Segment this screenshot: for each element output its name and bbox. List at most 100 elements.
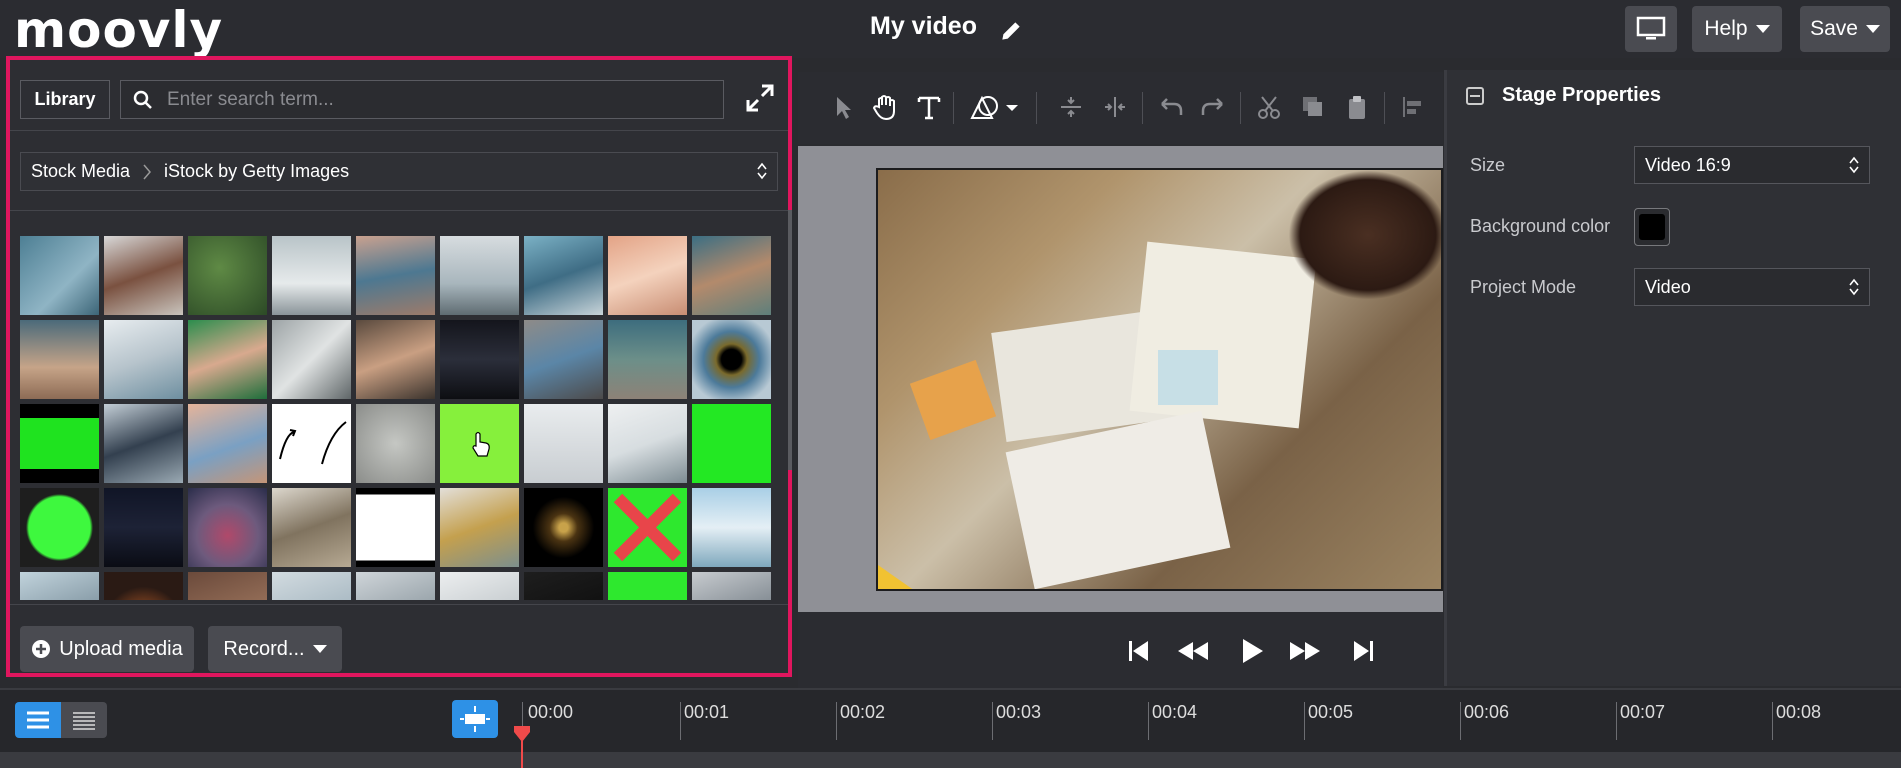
fit-timeline-button[interactable]	[452, 700, 498, 738]
media-thumbnail[interactable]	[440, 488, 519, 567]
hand-icon[interactable]	[870, 92, 900, 122]
arrow-icon	[279, 421, 347, 465]
pointer-icon[interactable]	[828, 92, 858, 122]
video-title[interactable]: My video	[870, 12, 977, 41]
expanded-view-toggle[interactable]	[15, 702, 61, 738]
background-color-swatch[interactable]	[1634, 208, 1670, 246]
upload-media-button[interactable]: Upload media	[20, 626, 194, 672]
expand-icon[interactable]	[744, 82, 776, 114]
media-thumbnail[interactable]	[692, 236, 771, 315]
paste-icon[interactable]	[1342, 92, 1372, 122]
search-box[interactable]	[120, 80, 724, 119]
media-thumbnail[interactable]	[104, 320, 183, 399]
rewind-icon[interactable]	[1174, 636, 1212, 666]
media-thumbnail[interactable]	[20, 236, 99, 315]
media-thumbnail[interactable]	[356, 404, 435, 483]
media-thumbnail[interactable]	[440, 320, 519, 399]
undo-icon[interactable]	[1156, 92, 1186, 122]
media-thumbnail[interactable]	[440, 572, 519, 600]
align-objects-icon[interactable]	[1398, 92, 1428, 122]
record-label: Record...	[223, 637, 305, 660]
media-thumbnail[interactable]	[524, 572, 603, 600]
skip-end-icon[interactable]	[1344, 636, 1382, 666]
media-thumbnail[interactable]	[692, 488, 771, 567]
project-mode-select[interactable]: Video	[1634, 268, 1870, 306]
media-thumbnail[interactable]	[272, 404, 351, 483]
media-thumbnail[interactable]	[692, 404, 771, 483]
ruler-tick	[680, 702, 681, 740]
redo-icon[interactable]	[1198, 92, 1228, 122]
media-thumbnail[interactable]	[104, 404, 183, 483]
media-thumbnail[interactable]	[188, 236, 267, 315]
stage-canvas[interactable]	[876, 168, 1443, 591]
sort-arrows-icon	[1849, 156, 1859, 174]
media-thumbnail[interactable]	[608, 404, 687, 483]
media-thumbnail[interactable]	[692, 572, 771, 600]
ruler-tick	[992, 702, 993, 740]
media-thumbnail[interactable]	[524, 236, 603, 315]
help-button[interactable]: Help	[1692, 6, 1782, 52]
media-thumbnail[interactable]	[608, 236, 687, 315]
media-thumbnail[interactable]	[104, 572, 183, 600]
media-thumbnail[interactable]	[524, 404, 603, 483]
media-thumbnail[interactable]	[188, 488, 267, 567]
play-icon[interactable]	[1232, 636, 1270, 666]
ruler-tick	[836, 702, 837, 740]
properties-header[interactable]: Stage Properties	[1466, 84, 1661, 107]
media-thumbnail[interactable]	[356, 572, 435, 600]
media-thumbnail[interactable]	[188, 404, 267, 483]
align-vertical-icon[interactable]	[1056, 92, 1086, 122]
compact-view-toggle[interactable]	[61, 702, 107, 738]
scrollbar[interactable]	[788, 210, 792, 470]
save-button[interactable]: Save	[1800, 6, 1890, 52]
media-thumbnail[interactable]	[104, 488, 183, 567]
media-thumbnail[interactable]	[524, 320, 603, 399]
save-label: Save	[1810, 17, 1858, 40]
search-input[interactable]	[165, 87, 709, 112]
breadcrumb-istock[interactable]: iStock by Getty Images	[164, 161, 349, 182]
media-thumbnail[interactable]	[104, 236, 183, 315]
media-thumbnail[interactable]	[272, 236, 351, 315]
media-thumbnail[interactable]	[188, 572, 267, 600]
cut-icon[interactable]	[1254, 92, 1284, 122]
size-select[interactable]: Video 16:9	[1634, 146, 1870, 184]
media-thumbnail[interactable]	[608, 572, 687, 600]
playhead-icon[interactable]	[512, 726, 532, 768]
media-thumbnail[interactable]	[272, 572, 351, 600]
breadcrumb-stock-media[interactable]: Stock Media	[31, 161, 130, 182]
media-thumbnail[interactable]	[20, 488, 99, 567]
media-thumbnail[interactable]	[356, 488, 435, 567]
list-icon	[27, 711, 49, 729]
preview-button[interactable]	[1625, 6, 1677, 52]
shape-tool-icon[interactable]	[968, 92, 1024, 122]
media-thumbnail[interactable]	[20, 320, 99, 399]
fast-forward-icon[interactable]	[1286, 636, 1324, 666]
media-thumbnail[interactable]	[356, 320, 435, 399]
text-icon[interactable]	[914, 92, 944, 122]
media-thumbnail[interactable]	[524, 488, 603, 567]
collapse-icon[interactable]	[1466, 86, 1484, 105]
red-x-icon	[613, 493, 682, 562]
copy-icon[interactable]	[1298, 92, 1328, 122]
sticky-note	[1158, 350, 1218, 405]
breadcrumb[interactable]: Stock Media iStock by Getty Images	[20, 152, 778, 191]
skip-start-icon[interactable]	[1120, 636, 1158, 666]
media-thumbnail[interactable]	[692, 320, 771, 399]
media-thumbnail[interactable]	[440, 236, 519, 315]
record-button[interactable]: Record...	[208, 626, 342, 672]
media-thumbnail[interactable]	[188, 320, 267, 399]
align-horizontal-icon[interactable]	[1100, 92, 1130, 122]
media-thumbnail[interactable]	[608, 320, 687, 399]
media-thumbnail[interactable]	[20, 404, 99, 483]
moovly-logo: moovly	[14, 1, 224, 59]
toolbar-divider	[1384, 92, 1385, 124]
media-thumbnail[interactable]	[440, 404, 519, 483]
pencil-icon[interactable]	[998, 18, 1024, 44]
media-thumbnail[interactable]	[272, 320, 351, 399]
media-thumbnail[interactable]	[608, 488, 687, 567]
media-thumbnail[interactable]	[272, 488, 351, 567]
ruler-label: 00:07	[1620, 702, 1666, 722]
media-thumbnail[interactable]	[20, 572, 99, 600]
library-tab[interactable]: Library	[20, 80, 110, 119]
media-thumbnail[interactable]	[356, 236, 435, 315]
